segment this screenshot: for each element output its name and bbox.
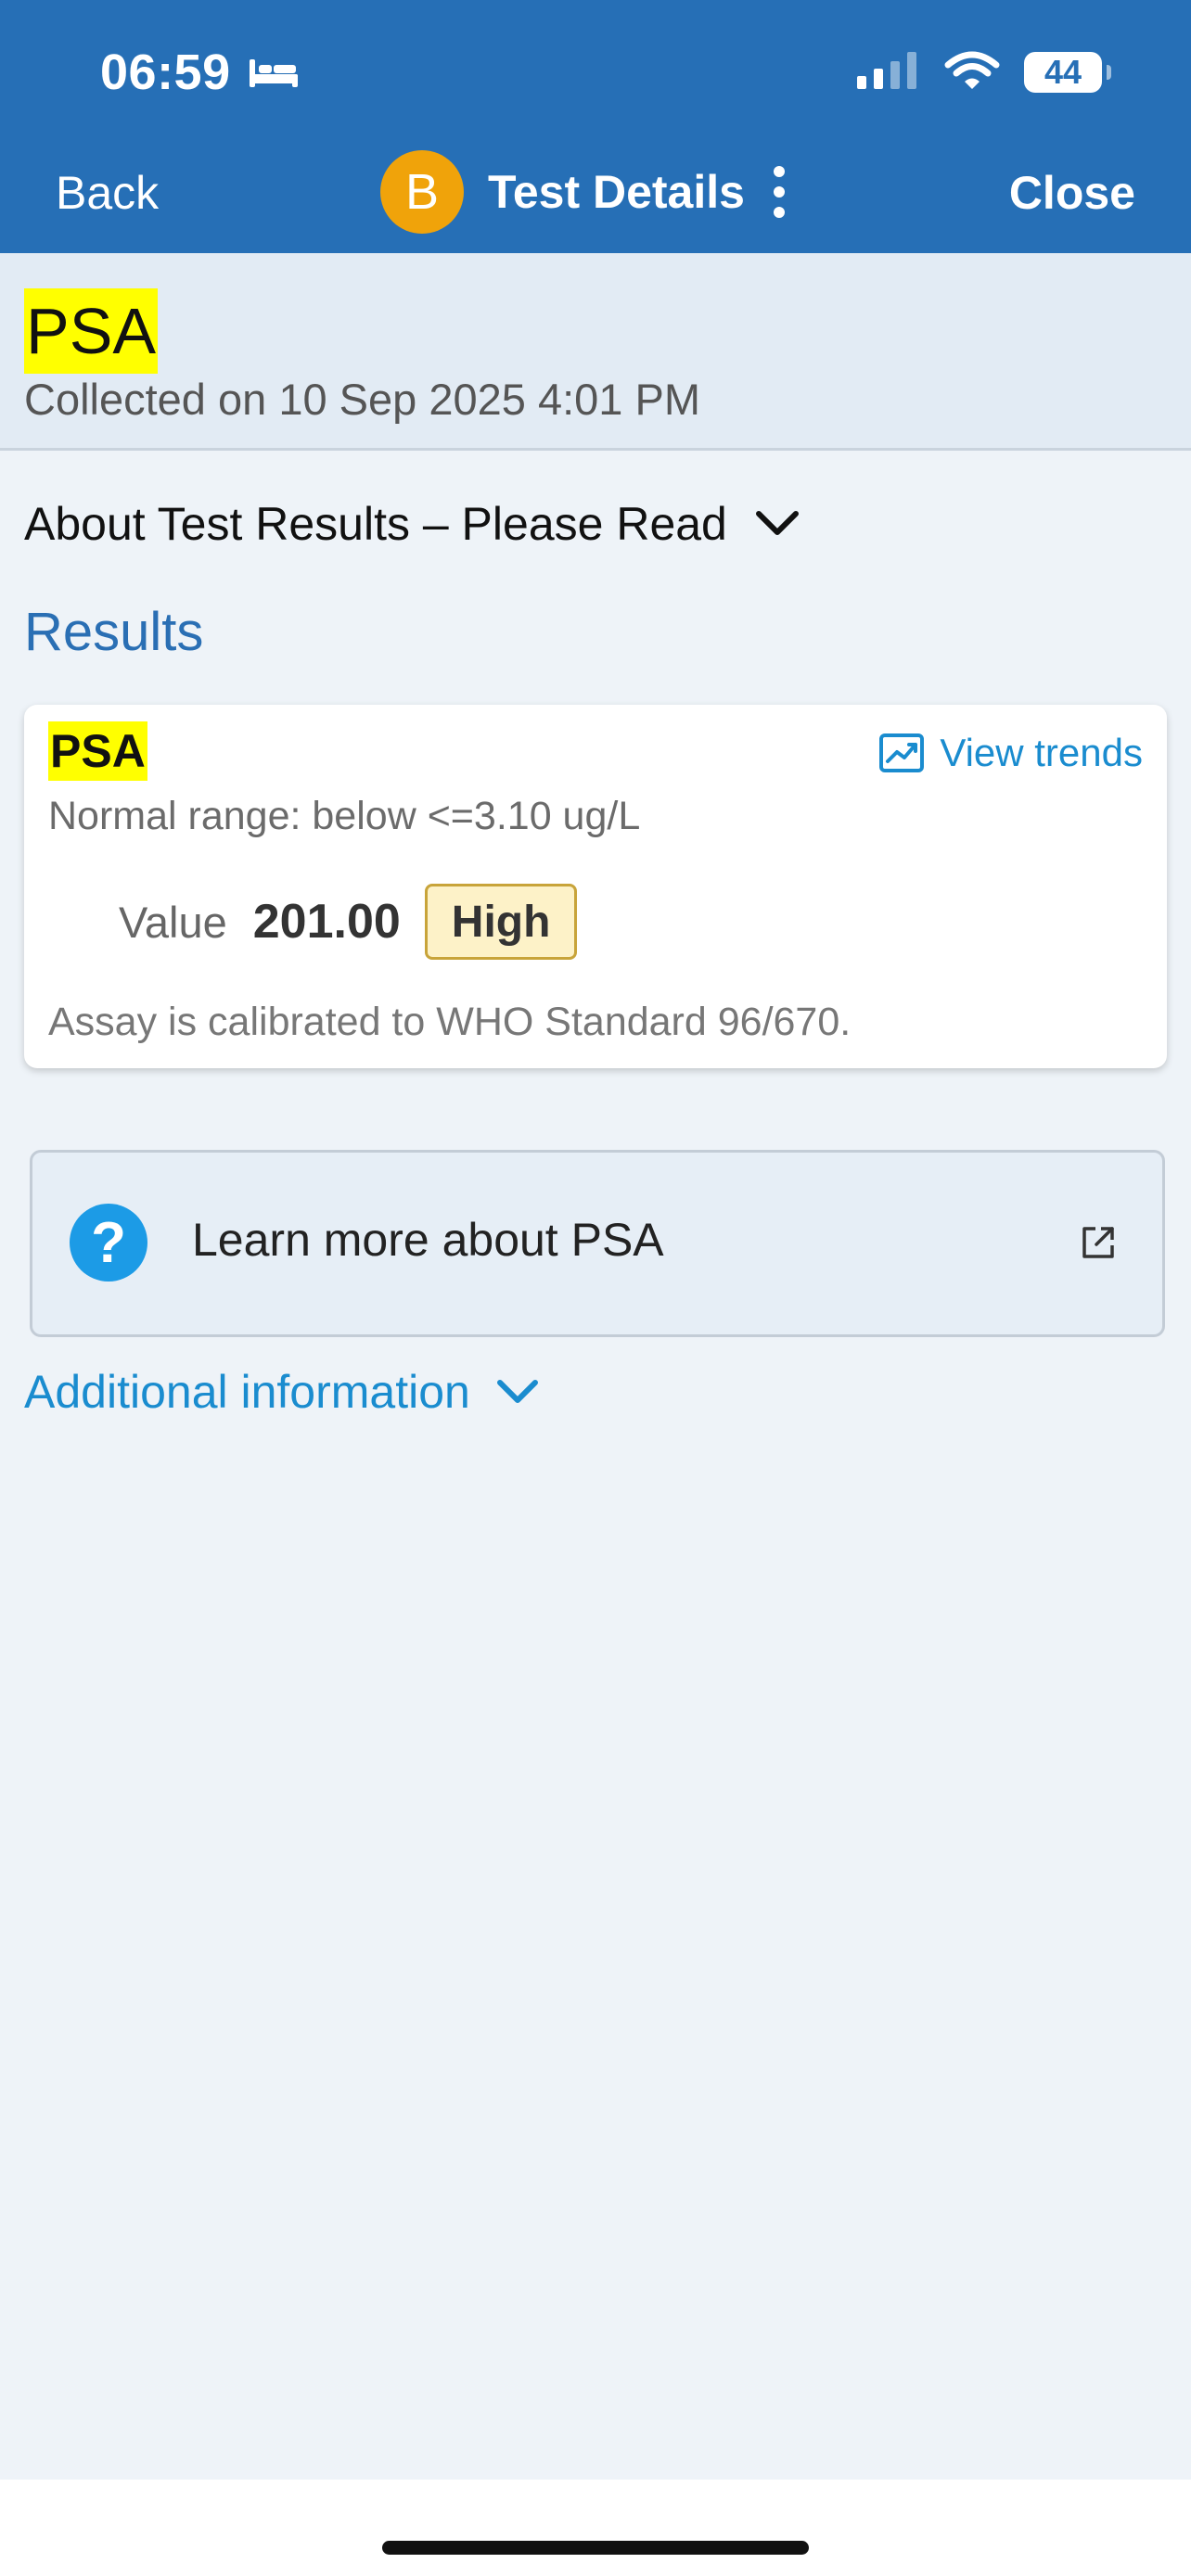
result-card: PSA View trends Normal range: below <=3.…	[24, 705, 1167, 1068]
value-label: Value	[119, 897, 227, 947]
additional-information-label: Additional information	[24, 1366, 470, 1418]
test-header: PSA Collected on 10 Sep 2025 4:01 PM	[0, 253, 1191, 451]
chevron-down-icon	[496, 1378, 539, 1406]
more-vertical-icon[interactable]	[765, 159, 793, 224]
status-badge: High	[424, 884, 578, 960]
learn-more-link[interactable]: ? Learn more about PSA	[30, 1150, 1165, 1337]
battery-icon: 44	[1024, 52, 1111, 93]
nav-title-group: B Test Details	[380, 148, 793, 236]
status-time-text: 06:59	[100, 45, 231, 100]
collected-date: Collected on 10 Sep 2025 4:01 PM	[24, 375, 701, 424]
home-indicator[interactable]	[382, 2541, 809, 2555]
wifi-icon	[944, 50, 1000, 96]
view-trends-label: View trends	[940, 731, 1143, 774]
normal-range: Normal range: below <=3.10 ug/L	[48, 794, 641, 838]
trend-chart-icon	[878, 733, 925, 773]
page-title: Test Details	[488, 166, 745, 218]
test-name: PSA	[24, 288, 159, 374]
close-button[interactable]: Close	[1009, 156, 1135, 230]
value-row: Value 201.00 High	[119, 883, 578, 961]
close-label: Close	[1008, 167, 1135, 219]
results-heading: Results	[24, 602, 204, 662]
top-header: 06:59 44 Back B Test Details Close	[0, 0, 1191, 253]
back-button[interactable]: Back	[56, 156, 159, 230]
bottom-safe-area	[0, 2480, 1191, 2576]
assay-note: Assay is calibrated to WHO Standard 96/6…	[48, 1000, 852, 1044]
status-bar-icons: 44	[855, 35, 1111, 109]
status-badge-label: High	[451, 897, 551, 947]
learn-more-label: Learn more about PSA	[192, 1214, 664, 1266]
bed-icon	[248, 56, 300, 89]
avatar[interactable]: B	[380, 150, 464, 234]
status-bar-time: 06:59	[100, 35, 300, 109]
result-test-name: PSA	[48, 721, 147, 781]
avatar-letter: B	[404, 164, 440, 220]
view-trends-link[interactable]: View trends	[878, 725, 1143, 781]
chevron-down-icon	[755, 510, 800, 538]
result-value: 201.00	[252, 895, 401, 949]
battery-level: 44	[1044, 53, 1082, 91]
about-test-results-toggle[interactable]: About Test Results – Please Read	[24, 491, 800, 556]
back-label: Back	[56, 167, 160, 219]
external-link-icon	[1081, 1225, 1116, 1260]
help-icon: ?	[70, 1204, 147, 1282]
about-label: About Test Results – Please Read	[24, 498, 727, 550]
additional-information-toggle[interactable]: Additional information	[24, 1359, 539, 1424]
signal-icon	[855, 50, 920, 96]
